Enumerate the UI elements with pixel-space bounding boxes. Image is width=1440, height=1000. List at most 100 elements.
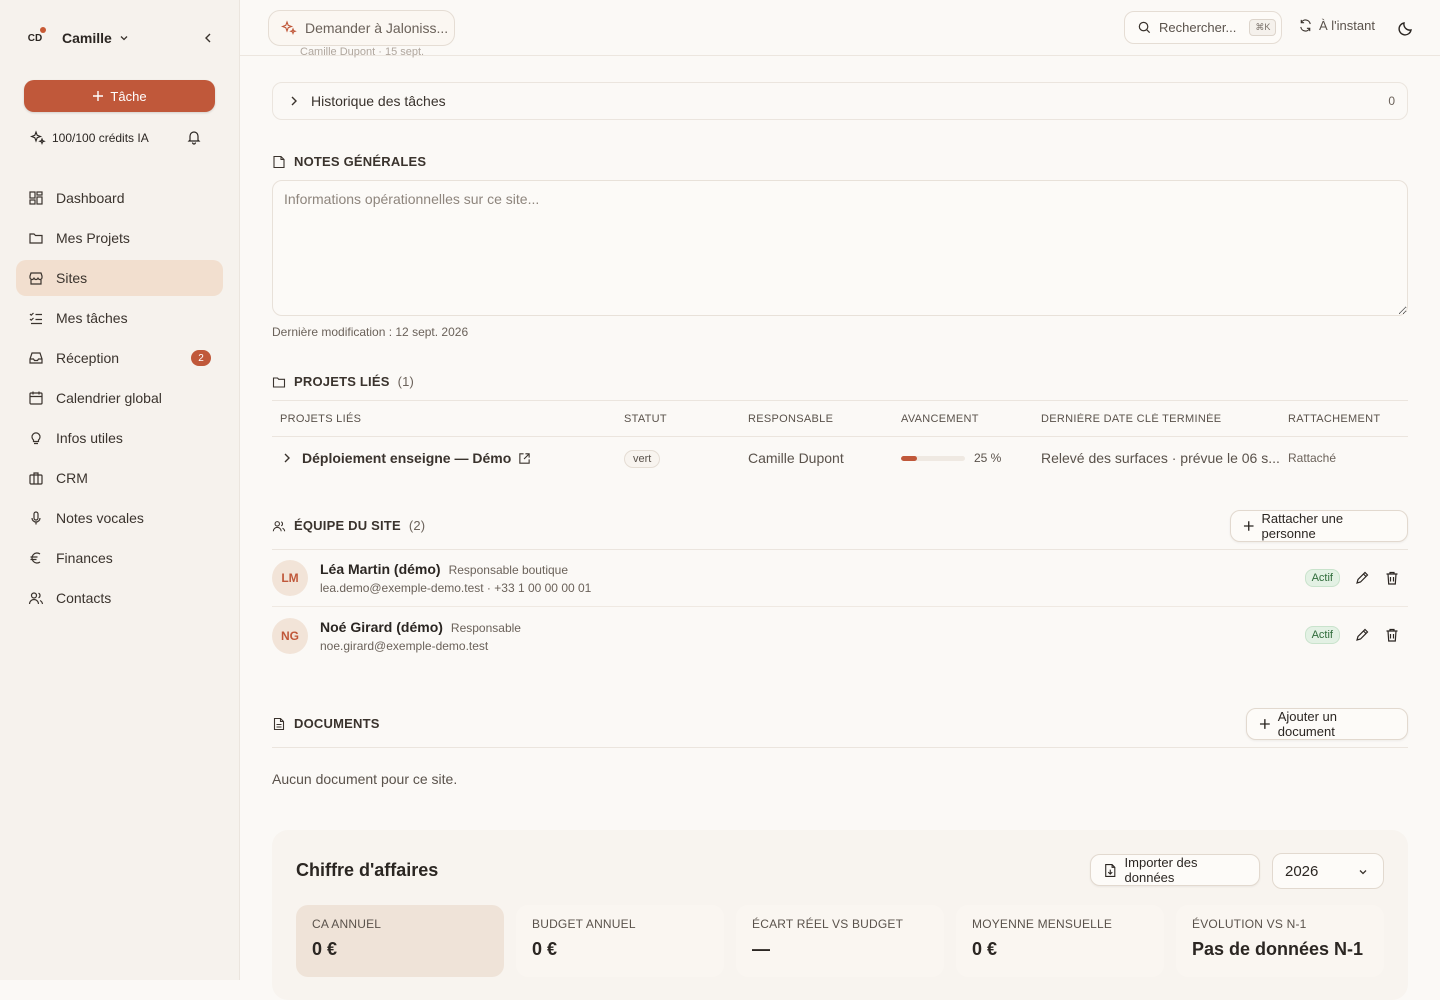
- sidebar-item-dashboard[interactable]: Dashboard: [16, 180, 223, 216]
- sidebar-item-label: Sites: [56, 270, 88, 286]
- bell-icon[interactable]: [186, 129, 202, 145]
- kpi-label: ÉCART RÉEL VS BUDGET: [752, 917, 904, 931]
- documents-empty-state: Aucun document pour ce site.: [272, 771, 458, 787]
- col-attachment: RATTACHEMENT: [1288, 412, 1381, 425]
- sidebar-item-tasks[interactable]: Mes tâches: [16, 300, 223, 336]
- member-contact: lea.demo@exemple-demo.test · +33 1 00 00…: [320, 581, 592, 595]
- sync-status[interactable]: À l'instant: [1298, 18, 1375, 33]
- sidebar-item-contacts[interactable]: Contacts: [16, 580, 223, 616]
- member-info: Noé Girard (démo) Responsable noe.girard@…: [320, 619, 521, 653]
- pencil-icon[interactable]: [1354, 570, 1370, 586]
- kpi-value: Pas de données N-1: [1192, 939, 1364, 959]
- team-list: LM Léa Martin (démo) Responsable boutique…: [272, 549, 1408, 664]
- notes-section-title: NOTES GÉNÉRALES: [272, 154, 426, 169]
- project-name[interactable]: Déploiement enseigne — Démo: [302, 450, 511, 466]
- add-document-button[interactable]: Ajouter un document: [1246, 708, 1408, 740]
- document-icon: [273, 717, 285, 730]
- ai-credits-label: 100/100 crédits IA: [52, 131, 149, 145]
- sidebar-item-useful-info[interactable]: Infos utiles: [16, 420, 223, 456]
- lightbulb-icon: [31, 432, 41, 445]
- briefcase-icon: [29, 472, 43, 485]
- projects-title: PROJETS LIÉS: [294, 374, 390, 389]
- trash-icon[interactable]: [1384, 627, 1400, 643]
- team-title: ÉQUIPE DU SITE: [294, 518, 401, 533]
- team-section-title: ÉQUIPE DU SITE (2): [272, 518, 425, 533]
- status-cell: vert: [624, 449, 748, 468]
- refresh-icon: [1300, 19, 1311, 32]
- kpi-label: BUDGET ANNUEL: [532, 917, 636, 931]
- user-switcher[interactable]: CD Camille: [24, 24, 216, 52]
- plus-icon: [1243, 521, 1254, 531]
- avatar: LM: [272, 560, 308, 596]
- col-project: PROJETS LIÉS: [280, 412, 362, 425]
- pencil-icon[interactable]: [1354, 627, 1370, 643]
- kpi-card-monthly-average: MOYENNE MENSUELLE 0 €: [956, 905, 1164, 977]
- avatar: NG: [272, 617, 308, 654]
- microphone-icon: [31, 511, 41, 525]
- sidebar-item-finances[interactable]: Finances: [16, 540, 223, 576]
- revenue-title: Chiffre d'affaires: [296, 860, 439, 880]
- plus-icon: [93, 91, 104, 101]
- file-import-icon: [1105, 863, 1116, 877]
- sidebar-item-crm[interactable]: CRM: [16, 460, 223, 496]
- users-icon: [28, 592, 44, 605]
- progress-bar: [901, 455, 965, 461]
- kpi-value: —: [752, 939, 770, 959]
- status-badge: Actif: [1304, 626, 1340, 644]
- sidebar-item-projects[interactable]: Mes Projets: [16, 220, 223, 256]
- moon-icon[interactable]: [1398, 20, 1414, 36]
- col-progress: AVANCEMENT: [901, 412, 979, 425]
- inbox-count-badge: 2: [191, 350, 211, 366]
- attach-person-button[interactable]: Rattacher une personne: [1230, 510, 1408, 542]
- folder-icon: [29, 233, 43, 244]
- notes-title: NOTES GÉNÉRALES: [294, 154, 427, 169]
- sidebar-item-sites[interactable]: Sites: [16, 260, 223, 296]
- new-task-label: Tâche: [110, 88, 147, 104]
- task-history-label: Historique des tâches: [311, 93, 446, 109]
- store-icon: [29, 272, 43, 285]
- member-info: Léa Martin (démo) Responsable boutique le…: [320, 561, 591, 595]
- task-history-count: 0: [1388, 94, 1395, 108]
- member-name: Léa Martin (démo): [320, 561, 441, 577]
- status-badge: vert: [624, 449, 661, 468]
- external-link-icon[interactable]: [518, 452, 531, 465]
- documents-title: DOCUMENTS: [294, 716, 380, 731]
- chevron-right-icon: [291, 96, 297, 106]
- ai-credits: 100/100 crédits IA: [24, 126, 216, 150]
- new-task-button[interactable]: Tâche: [24, 80, 215, 112]
- collapse-sidebar-icon[interactable]: [200, 30, 216, 46]
- main-nav: Dashboard Mes Projets Sites Mes tâches R…: [16, 180, 223, 620]
- table-row[interactable]: Déploiement enseigne — Démo vert Camille…: [272, 437, 1408, 479]
- kpi-card-annual-revenue: CA ANNUEL 0 €: [296, 905, 504, 977]
- import-data-label: Importer des données: [1124, 855, 1198, 885]
- kpi-card-variance: ÉCART RÉEL VS BUDGET —: [736, 905, 944, 977]
- list-item: LM Léa Martin (démo) Responsable boutique…: [272, 550, 1408, 607]
- table-header: PROJETS LIÉS STATUT RESPONSABLE AVANCEME…: [272, 401, 1408, 437]
- sidebar-item-calendar[interactable]: Calendrier global: [16, 380, 223, 416]
- import-data-button[interactable]: Importer des données: [1090, 854, 1260, 886]
- task-history-toggle[interactable]: Historique des tâches 0: [272, 82, 1408, 120]
- add-document-label: Ajouter un document: [1277, 709, 1337, 739]
- status-badge: Actif: [1304, 569, 1340, 587]
- sidebar-item-label: CRM: [56, 470, 88, 486]
- kpi-card-yoy-evolution: ÉVOLUTION VS N-1 Pas de données N-1: [1176, 905, 1384, 977]
- progress-label: 25 %: [974, 451, 1002, 465]
- chevron-right-icon[interactable]: [280, 451, 294, 465]
- sidebar-item-voice-notes[interactable]: Notes vocales: [16, 500, 223, 536]
- trash-icon[interactable]: [1384, 570, 1400, 586]
- sidebar-item-inbox[interactable]: Réception 2: [16, 340, 223, 376]
- dashboard-icon: [29, 191, 43, 205]
- sidebar-item-label: Mes Projets: [56, 230, 130, 246]
- member-actions: Actif: [1304, 626, 1400, 644]
- progress-fill: [901, 455, 917, 461]
- search-button[interactable]: Rechercher... ⌘K: [1124, 11, 1282, 44]
- checklist-icon: [29, 312, 42, 325]
- notes-textarea[interactable]: [272, 180, 1408, 316]
- member-actions: Actif: [1304, 569, 1400, 587]
- note-icon: [273, 155, 285, 168]
- owner-cell: Camille Dupont: [748, 450, 844, 466]
- year-select[interactable]: 2026: [1272, 853, 1384, 889]
- calendar-icon: [29, 391, 43, 405]
- team-count: (2): [408, 518, 426, 533]
- ask-assistant-button[interactable]: Demander à Jaloniss...: [268, 10, 455, 46]
